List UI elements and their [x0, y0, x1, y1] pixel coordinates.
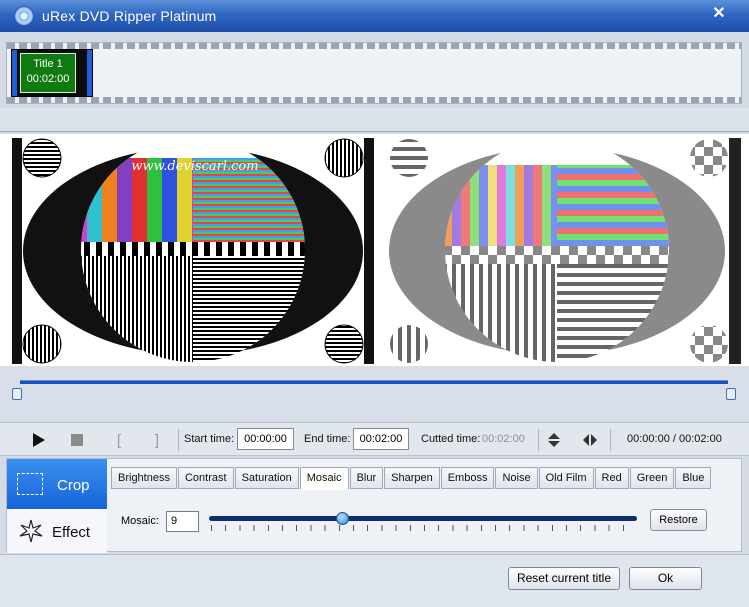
title-card: Title 1 00:02:00 [20, 53, 76, 93]
close-icon[interactable]: ✕ [711, 6, 727, 22]
tab-blur[interactable]: Blur [349, 467, 384, 489]
effect-sparkle-icon [19, 519, 43, 543]
tab-noise[interactable]: Noise [495, 467, 538, 489]
tab-contrast[interactable]: Contrast [177, 467, 234, 489]
end-time-label: End time: [304, 433, 351, 445]
preview-area: www.deviscarl.com [0, 134, 749, 366]
mark-out-icon: ] [154, 431, 160, 449]
end-time-input[interactable]: 00:02:00 [353, 428, 409, 450]
mark-in-icon: [ [116, 431, 122, 449]
title-bar: uRex DVD Ripper Platinum ✕ [0, 0, 749, 32]
mark-out-button[interactable]: ] [148, 431, 166, 449]
dialog-footer: Reset current title Ok [0, 554, 749, 607]
title-name: Title 1 [33, 58, 63, 70]
crop-icon [17, 473, 43, 495]
film-perforation-bottom [7, 97, 741, 103]
tab-old-film[interactable]: Old Film [538, 467, 594, 489]
start-time-label: Start time: [184, 433, 235, 445]
start-time-input[interactable]: 00:00:00 [237, 428, 294, 450]
play-button[interactable] [30, 431, 48, 449]
tab-brightness[interactable]: Brightness [111, 467, 177, 489]
mark-in-button[interactable]: [ [110, 431, 128, 449]
flip-vertical-icon [548, 433, 560, 447]
mosaic-slider-thumb[interactable] [335, 512, 349, 525]
effect-tab[interactable]: Effect [7, 509, 107, 553]
tab-emboss[interactable]: Emboss [440, 467, 495, 489]
test-pattern-original: www.deviscarl.com [12, 138, 374, 364]
slider-ticks [211, 525, 637, 531]
playback-controls: [ ] Start time: 00:00:00 End time: 00:02… [0, 422, 749, 456]
flip-horizontal-button[interactable] [581, 431, 599, 449]
thumbnail-edge-left [12, 50, 17, 96]
effect-label: Effect [52, 524, 91, 541]
tab-red[interactable]: Red [594, 467, 629, 489]
play-icon [33, 433, 45, 447]
thumbnail-edge-right [87, 50, 92, 96]
divider [610, 429, 611, 451]
position-readout: 00:00:00 / 00:02:00 [627, 433, 722, 445]
title-strip: Title 1 00:02:00 [6, 42, 742, 104]
edit-panel: Crop Effect Brightness Contrast Saturati… [6, 458, 742, 553]
title-duration: 00:02:00 [26, 73, 70, 85]
mosaic-slider[interactable] [209, 516, 637, 521]
tab-mosaic[interactable]: Mosaic [299, 467, 349, 490]
flip-horizontal-icon [583, 434, 597, 446]
title-thumbnail[interactable]: Title 1 00:02:00 [11, 49, 93, 97]
divider [178, 429, 179, 451]
cutted-time-label: Cutted time: [421, 433, 481, 445]
mosaic-value-input[interactable]: 9 [166, 511, 199, 532]
tab-sharpen[interactable]: Sharpen [384, 467, 440, 489]
tab-blue[interactable]: Blue [675, 467, 712, 489]
cutted-time-value: 00:02:00 [482, 433, 525, 445]
mosaic-preview [389, 138, 741, 364]
effect-tabs: Brightness Contrast Saturation Mosaic Bl… [111, 467, 712, 490]
watermark-text: www.deviscarl.com [131, 159, 258, 174]
timeline [0, 366, 749, 420]
dvd-disc-icon [14, 6, 34, 26]
restore-button[interactable]: Restore [650, 509, 707, 531]
mosaic-label: Mosaic: [121, 515, 159, 527]
reset-current-title-button[interactable]: Reset current title [508, 567, 620, 590]
flip-vertical-button[interactable] [545, 431, 563, 449]
crop-label: Crop [57, 477, 90, 494]
window-title: uRex DVD Ripper Platinum [42, 8, 217, 24]
start-marker-handle[interactable] [12, 388, 22, 400]
end-marker-handle[interactable] [726, 388, 736, 400]
separator-band [0, 108, 749, 132]
timeline-track[interactable] [20, 380, 728, 384]
divider [538, 429, 539, 451]
crop-tab[interactable]: Crop [7, 459, 107, 509]
ok-button[interactable]: Ok [629, 567, 702, 590]
film-perforation-top [7, 43, 741, 49]
stop-button[interactable] [68, 431, 86, 449]
test-pattern-mosaic [389, 138, 741, 364]
stop-icon [71, 434, 83, 446]
tab-green[interactable]: Green [629, 467, 675, 489]
original-preview: www.deviscarl.com [12, 138, 374, 364]
tab-saturation[interactable]: Saturation [234, 467, 299, 489]
